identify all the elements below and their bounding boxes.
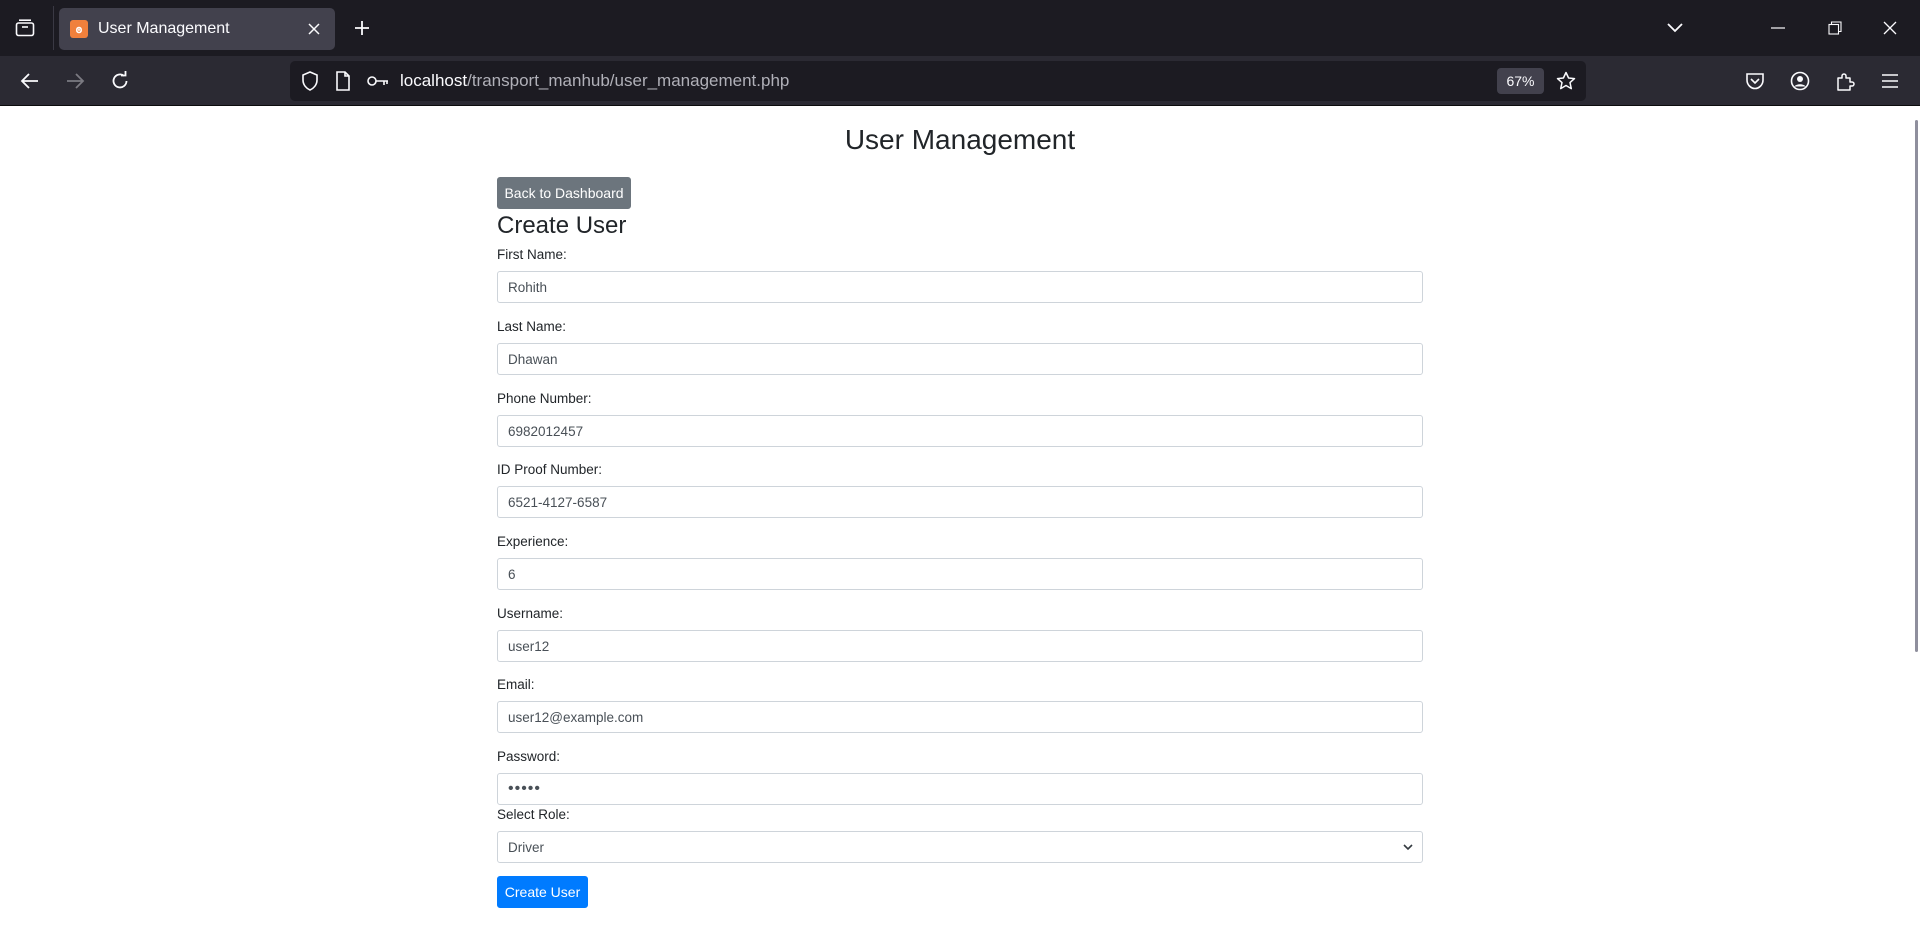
navigation-toolbar: localhost/transport_manhub/user_manageme… bbox=[0, 56, 1920, 106]
first-name-label: First Name: bbox=[497, 247, 567, 262]
forward-arrow-icon[interactable] bbox=[59, 65, 91, 97]
back-to-dashboard-button[interactable]: Back to Dashboard bbox=[497, 177, 631, 209]
back-arrow-icon[interactable] bbox=[14, 65, 46, 97]
first-name-value: Rohith bbox=[508, 279, 548, 295]
last-name-input[interactable]: Dhawan bbox=[497, 343, 1423, 375]
role-value: Driver bbox=[508, 839, 544, 855]
url-bar[interactable]: localhost/transport_manhub/user_manageme… bbox=[290, 61, 1586, 101]
id-proof-input[interactable]: 6521-4127-6587 bbox=[497, 486, 1423, 518]
id-proof-label: ID Proof Number: bbox=[497, 462, 603, 477]
menu-hamburger-icon[interactable] bbox=[1874, 65, 1906, 97]
tab-title: User Management bbox=[98, 20, 230, 37]
pocket-icon[interactable] bbox=[1739, 65, 1771, 97]
zoom-level-badge[interactable]: 67% bbox=[1497, 68, 1544, 94]
experience-value: 6 bbox=[508, 566, 516, 582]
role-select[interactable]: Driver bbox=[497, 831, 1423, 863]
active-tab[interactable]: ꙩ User Management bbox=[59, 8, 335, 50]
first-name-input[interactable]: Rohith bbox=[497, 271, 1423, 303]
scrollbar[interactable] bbox=[1915, 120, 1918, 652]
page-content: User Management Back to Dashboard Create… bbox=[0, 106, 1920, 948]
tab-overview-icon[interactable] bbox=[12, 16, 38, 40]
chevron-down-icon bbox=[1403, 844, 1413, 851]
phone-label: Phone Number: bbox=[497, 391, 592, 406]
close-tab-icon[interactable] bbox=[301, 16, 327, 42]
url-path: /transport_manhub/user_management.php bbox=[467, 71, 790, 90]
username-input[interactable]: user12 bbox=[497, 630, 1423, 662]
last-name-value: Dhawan bbox=[508, 351, 558, 367]
username-label: Username: bbox=[497, 606, 564, 621]
experience-input[interactable]: 6 bbox=[497, 558, 1423, 590]
tab-bar: ꙩ User Management bbox=[0, 0, 1920, 56]
shield-icon[interactable] bbox=[298, 69, 322, 93]
section-title: Create User bbox=[497, 212, 627, 239]
role-label: Select Role: bbox=[497, 807, 570, 822]
create-user-button[interactable]: Create User bbox=[497, 876, 588, 908]
bookmark-star-icon[interactable] bbox=[1554, 69, 1578, 93]
email-input[interactable]: user12@example.com bbox=[497, 701, 1423, 733]
account-icon[interactable] bbox=[1784, 65, 1816, 97]
page-icon[interactable] bbox=[331, 69, 355, 93]
close-window-icon[interactable] bbox=[1872, 10, 1908, 46]
phone-value: 6982012457 bbox=[508, 423, 584, 439]
last-name-label: Last Name: bbox=[497, 319, 567, 334]
minimize-icon[interactable] bbox=[1760, 10, 1796, 46]
tab-list-chevron-icon[interactable] bbox=[1661, 14, 1689, 42]
password-label: Password: bbox=[497, 749, 561, 764]
xampp-favicon-icon: ꙩ bbox=[70, 20, 88, 38]
id-proof-value: 6521-4127-6587 bbox=[508, 494, 608, 510]
extensions-icon[interactable] bbox=[1829, 65, 1861, 97]
key-icon[interactable] bbox=[366, 69, 390, 93]
reload-icon[interactable] bbox=[104, 65, 136, 97]
email-label: Email: bbox=[497, 677, 535, 692]
restore-icon[interactable] bbox=[1817, 10, 1853, 46]
url-text[interactable]: localhost/transport_manhub/user_manageme… bbox=[400, 71, 789, 91]
password-value: ••••• bbox=[508, 780, 542, 797]
phone-input[interactable]: 6982012457 bbox=[497, 415, 1423, 447]
email-value: user12@example.com bbox=[508, 709, 644, 725]
password-input[interactable]: ••••• bbox=[497, 773, 1423, 805]
tab-divider bbox=[53, 6, 54, 50]
new-tab-icon[interactable] bbox=[349, 15, 375, 41]
username-value: user12 bbox=[508, 638, 550, 654]
url-host: localhost bbox=[400, 71, 468, 90]
experience-label: Experience: bbox=[497, 534, 569, 549]
page-title: User Management bbox=[844, 124, 1076, 155]
